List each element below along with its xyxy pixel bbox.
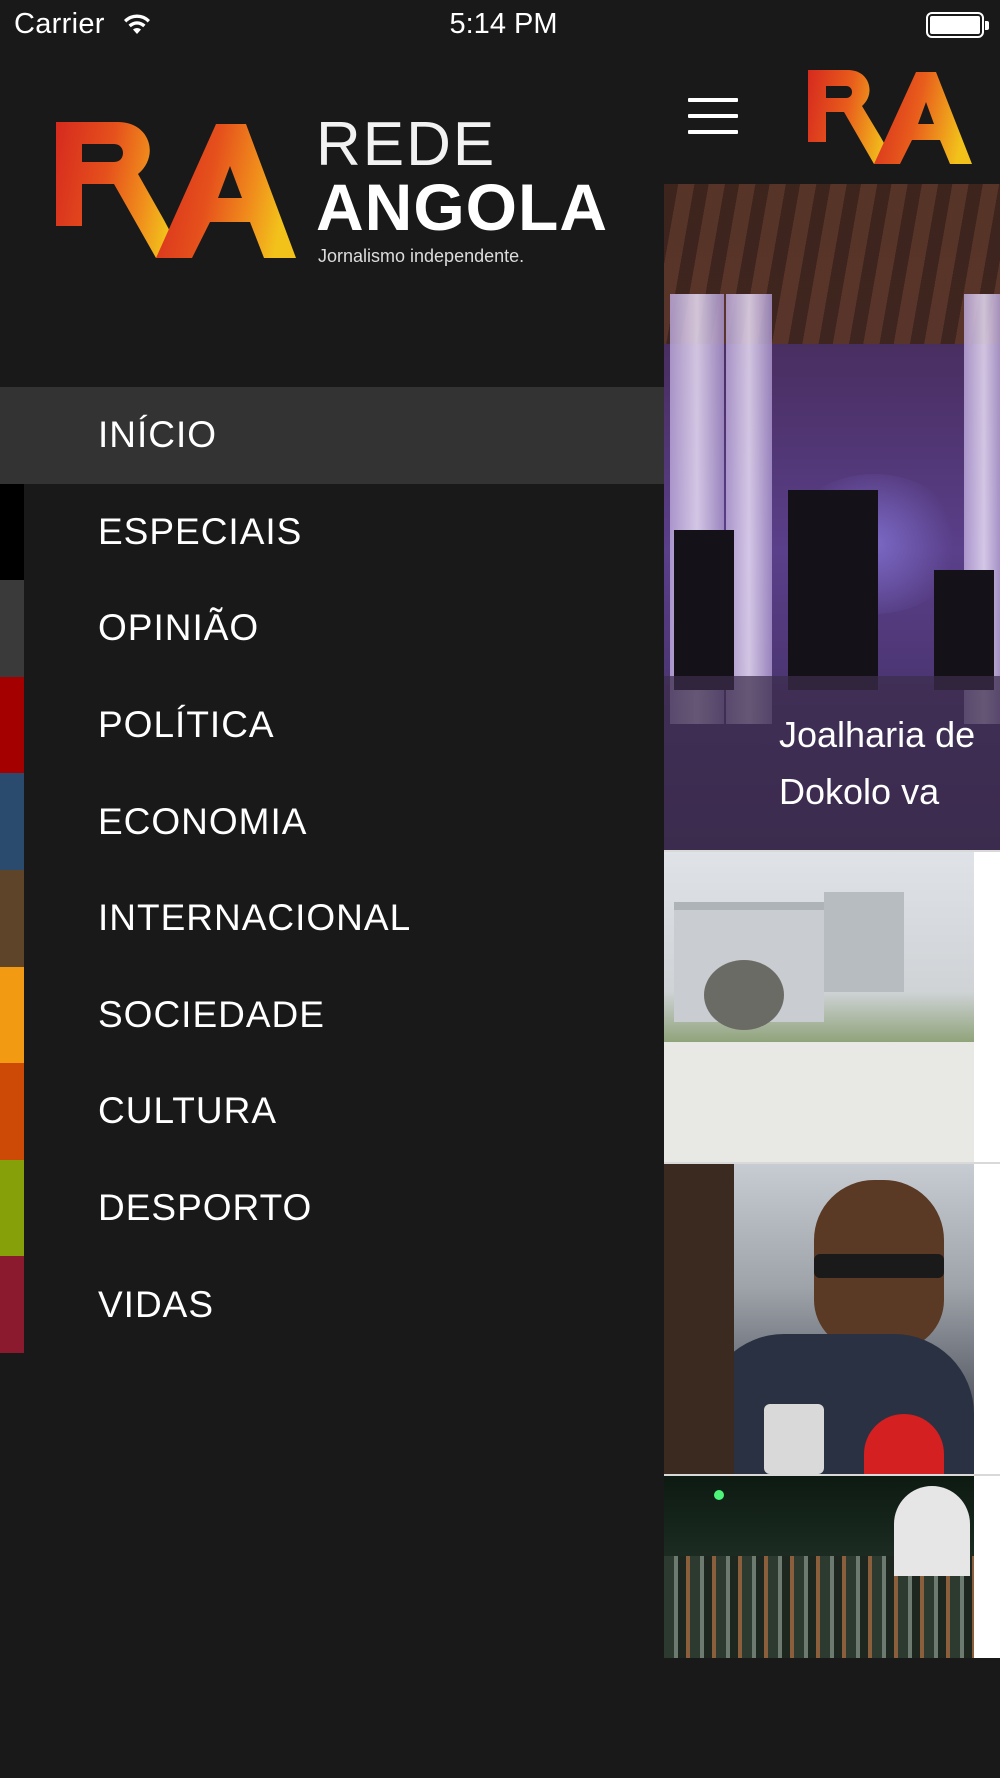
menu-item-label: INTERNACIONAL [98,897,412,939]
menu-item-desporto[interactable]: DESPORTO [0,1159,664,1257]
menu-color-swatch [0,580,24,677]
menu-item-label: ECONOMIA [98,800,308,842]
menu-item-politica[interactable]: POLÍTICA [0,676,664,774]
menu-item-inicio[interactable]: INÍCIO [0,387,664,484]
brand-name-line1: REDE [316,110,497,179]
header-logo [808,70,972,164]
menu-item-label: OPINIÃO [98,607,260,649]
menu-item-label: VIDAS [98,1283,215,1325]
hero-article[interactable]: Joalharia de Dokolo va [664,184,1000,850]
clock: 5:14 PM [449,8,558,40]
article-thumbnail[interactable] [664,852,974,1162]
news-feed: Joalharia de Dokolo va [664,0,1000,1658]
menu-item-opiniao[interactable]: OPINIÃO [0,580,664,677]
hamburger-menu-icon[interactable] [688,96,738,136]
menu-color-swatch [0,1063,24,1160]
article-thumbnail[interactable] [664,1164,974,1474]
menu-item-internacional[interactable]: INTERNACIONAL [0,869,664,967]
status-bar: Carrier 5:14 PM [0,0,1000,50]
menu-list: INÍCIO ESPECIAIS OPINIÃO POLÍTICA ECONOMIA IN… [0,387,664,1353]
menu-color-swatch [0,1256,24,1353]
menu-item-cultura[interactable]: CULTURA [0,1063,664,1160]
menu-item-economia[interactable]: ECONOMIA [0,773,664,870]
menu-color-swatch [0,773,24,870]
hero-caption: Joalharia de Dokolo va [664,676,1000,850]
side-menu: REDE ANGOLA Jornalismo independente. INÍ… [0,0,664,1658]
menu-item-label: ESPECIAIS [98,510,303,552]
hero-title: Joalharia de Dokolo va [779,714,976,812]
menu-item-vidas[interactable]: VIDAS [0,1256,664,1353]
battery-icon [926,12,989,38]
menu-item-label: DESPORTO [98,1187,313,1229]
brand-header: REDE ANGOLA Jornalismo independente. [52,104,612,274]
brand-name-line2: ANGOLA [316,170,608,244]
brand-tagline: Jornalismo independente. [318,246,525,266]
menu-item-label: SOCIEDADE [98,993,325,1035]
menu-color-swatch [0,869,24,967]
menu-item-label: CULTURA [98,1090,277,1132]
article-thumbnail[interactable] [664,1476,974,1658]
battery-level [930,16,980,34]
menu-color-swatch [0,1159,24,1257]
menu-item-sociedade[interactable]: SOCIEDADE [0,966,664,1064]
rede-angola-logo [56,122,296,258]
menu-item-label: INÍCIO [98,414,218,456]
menu-color-swatch [0,676,24,774]
menu-item-especiais[interactable]: ESPECIAIS [0,483,664,581]
bottom-bar [0,1658,1000,1778]
menu-color-swatch [0,483,24,581]
menu-item-label: POLÍTICA [98,704,275,746]
menu-color-swatch [0,966,24,1064]
